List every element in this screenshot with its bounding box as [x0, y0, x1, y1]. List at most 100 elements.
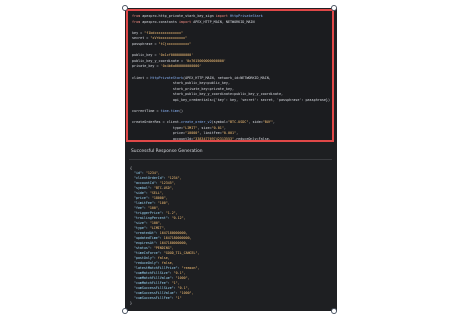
- code-line: accountId="338347769742313553",reduceOnl…: [132, 137, 328, 142]
- json-line-token: "symbol":: [130, 186, 154, 190]
- resize-handle-top-right-icon[interactable]: [331, 5, 337, 11]
- resize-handle-top-left-icon[interactable]: [122, 5, 128, 11]
- json-line-token: "triggerPrice":: [130, 211, 166, 215]
- code-line-token: "xVrbxxxxxxxxxxxx": [150, 36, 188, 41]
- code-line-token: HttpPrivateStark: [150, 75, 184, 80]
- code-line-token: APEX_HTTP_MAIN, NETWORKID_MAIN: [193, 19, 255, 24]
- json-line-token: "PENDING",: [153, 246, 174, 250]
- json-line-token: "latestMatchFillPrice":: [130, 266, 182, 270]
- json-line-token: "0.1",: [177, 286, 190, 290]
- json-line-token: "LIMIT",: [149, 226, 166, 230]
- code-line-token: stark_public_key_y_coordinate=public_key…: [132, 92, 284, 97]
- json-line-token: "createdAt":: [130, 231, 160, 235]
- code-line-token: (APEX_HTTP_MAIN, network_id=NETWORKID_MA…: [183, 75, 271, 80]
- code-line-token: public_key =: [132, 53, 159, 58]
- json-response-block[interactable]: { "id": "1234", "clientOrderId": "1234",…: [126, 163, 334, 308]
- json-line-token: "clientOrderId":: [130, 176, 168, 180]
- section-title: Successful Response Generation: [131, 149, 203, 154]
- code-line-token: import: [215, 14, 231, 18]
- code-line-token: (): [178, 109, 184, 114]
- json-line-token: "GOOD_TIL_CANCEL",: [163, 251, 200, 255]
- json-line-token: 1647180000000,: [159, 231, 188, 235]
- json-line-token: "type":: [130, 226, 150, 230]
- code-line-token: from: [132, 14, 143, 18]
- code-line-token: private_key =: [132, 64, 161, 69]
- code-line-token: "tCjxxxxxxxxxxx": [158, 41, 192, 46]
- code-line-token: '0x1cf0000000000': [158, 53, 194, 58]
- json-line-token: "expiresAt":: [130, 241, 160, 245]
- json-line: }: [130, 301, 330, 306]
- code-line-token: "10000": [185, 131, 200, 136]
- json-line-token: "cumMatchFillValue":: [130, 276, 176, 280]
- json-line-token: "18000",: [151, 196, 168, 200]
- code-line: api_key_credentials={'key': key, 'secret…: [132, 97, 331, 104]
- json-line-token: "accountId":: [130, 181, 160, 185]
- code-line-token: stark_public_key=public_key,: [132, 81, 230, 86]
- resize-handle-bottom-right-icon[interactable]: [331, 308, 337, 314]
- code-line-token: stark_private_key=private_key,: [132, 86, 235, 91]
- code-line-token: passphrase =: [132, 41, 159, 46]
- code-line-token: client =: [132, 75, 151, 80]
- json-line-token: "postOnly":: [130, 256, 158, 260]
- code-line-token: "BUY": [262, 120, 273, 125]
- json-line-token: "0.1",: [173, 271, 186, 275]
- json-line-token: "1000",: [175, 276, 190, 280]
- json-line-token: "cumSuccessFillFee":: [130, 296, 176, 300]
- code-line-token: , side=: [248, 120, 263, 125]
- code-line-token: "LIMIT": [183, 125, 198, 130]
- code-line-token: import: [178, 19, 194, 24]
- code-line-token: public_key_y_coordinate =: [132, 58, 186, 63]
- code-line-token: '0x7615000000000000': [185, 58, 226, 63]
- code-line-token: apexpro.constants: [142, 19, 179, 24]
- json-line-token: "1.2",: [165, 211, 178, 215]
- json-line-token: "cumSuccessFillSize":: [130, 286, 178, 290]
- code-line-token: "0.01": [211, 125, 224, 130]
- json-line-token: "SELL",: [149, 191, 164, 195]
- json-line-token: "timeInForce":: [130, 251, 164, 255]
- json-line-token: }: [130, 301, 132, 305]
- editor-canvas: from apexpro.http_private_stark_key_sign…: [0, 0, 474, 322]
- code-line-token: ,: [272, 120, 275, 125]
- json-line-token: "cumMatchFillFee":: [130, 281, 172, 285]
- code-line-token: "f1bdcxxxxxxxxxxxx": [144, 30, 184, 35]
- code-line-token: ,: [223, 125, 226, 130]
- json-line-token: "size":: [130, 221, 150, 225]
- json-line-token: "updatedTime":: [130, 236, 164, 240]
- json-line-token: "0.12",: [171, 216, 186, 220]
- code-line-token: HttpPrivateStark: [230, 14, 263, 18]
- code-block[interactable]: from apexpro.http_private_stark_key_sign…: [126, 9, 334, 142]
- json-line-token: "100",: [157, 201, 170, 205]
- section-divider: [129, 159, 332, 160]
- json-line-token: "1",: [171, 281, 180, 285]
- code-line-token: api_key_credentials={'key': key, 'secret…: [132, 97, 331, 102]
- json-line-token: 1647180000000,: [159, 241, 188, 245]
- code-line-token: type=: [132, 125, 184, 130]
- json-line-token: "100",: [147, 206, 160, 210]
- json-line-token: "cumMatchFillSize":: [130, 271, 174, 275]
- json-line-token: "price":: [130, 196, 152, 200]
- json-line-token: "id":: [130, 171, 146, 175]
- code-line-token: ,: [236, 131, 239, 136]
- code-line-token: , size=: [197, 125, 212, 130]
- json-line-token: "trailingPercent":: [130, 216, 172, 220]
- json-line-token: 1647180000000,: [163, 236, 192, 240]
- json-line-token: {: [130, 166, 132, 170]
- json-line-token: "side":: [130, 191, 150, 195]
- json-line-token: "1234",: [167, 176, 182, 180]
- code-line-token: currentTime =: [132, 109, 161, 114]
- resize-handle-bottom-left-icon[interactable]: [122, 308, 128, 314]
- code-line-token: createOrderRes = client.: [132, 120, 181, 125]
- code-line-token: ,reduceOnly=False,: [234, 137, 271, 142]
- code-line-token: '0x4b6a000000000000': [160, 64, 202, 69]
- json-line-token: false,: [157, 256, 170, 260]
- json-line-token: "cumSuccessFillValue":: [130, 291, 180, 295]
- json-line-token: "1": [175, 296, 182, 300]
- json-line-token: "limitFee":: [130, 201, 158, 205]
- code-line-token: accountId=: [132, 137, 194, 142]
- code-line-token: , limitFee=: [199, 131, 222, 136]
- json-line-token: "fee":: [130, 206, 148, 210]
- code-line-token: "338347769742313553": [193, 137, 235, 142]
- code-line-token: apexpro.http_private_stark_key_sign: [142, 14, 216, 18]
- code-line-token: secret =: [132, 36, 151, 41]
- json-line-token: "BTC-USD",: [153, 186, 174, 190]
